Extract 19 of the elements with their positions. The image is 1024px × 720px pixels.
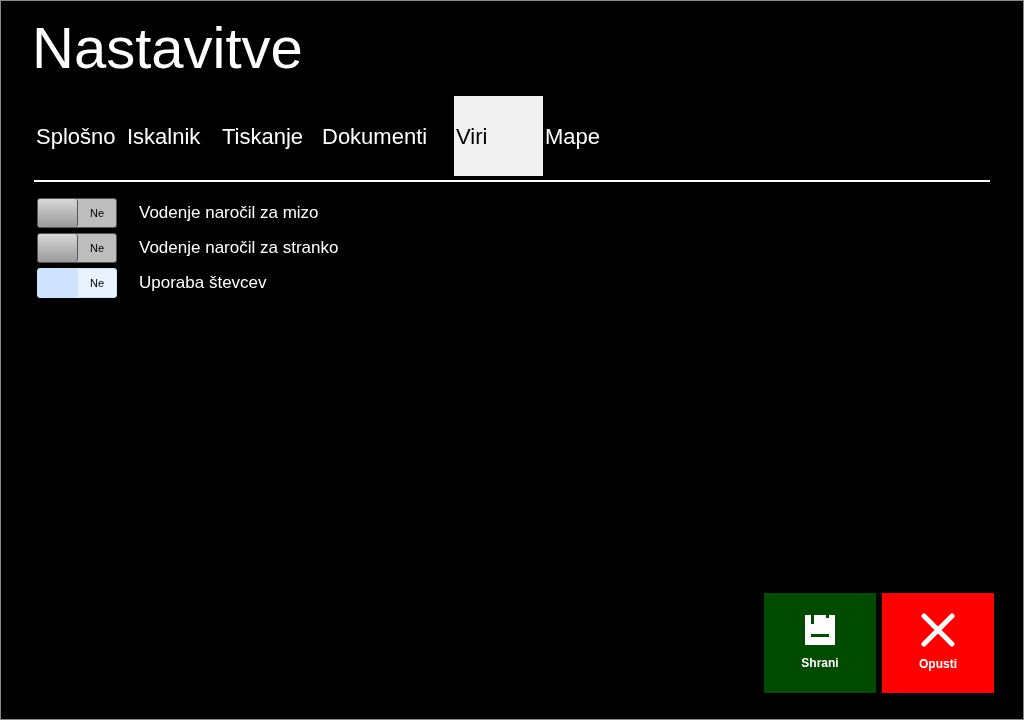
tab[interactable]: Splošno [34, 96, 125, 176]
close-icon [921, 613, 955, 647]
tab[interactable]: Viri [454, 96, 543, 176]
tab[interactable]: Dokumenti [320, 96, 454, 176]
toggle-switch[interactable]: Ne [37, 233, 117, 263]
tab[interactable]: Mape [543, 96, 623, 176]
save-button[interactable]: Shrani [764, 593, 876, 693]
setting-label: Uporaba števcev [139, 272, 267, 295]
toggle-thumb [38, 199, 78, 227]
cancel-button[interactable]: Opusti [882, 593, 994, 693]
toggle-thumb [38, 234, 78, 262]
page-title: Nastavitve [32, 19, 303, 77]
setting-label: Vodenje naročil za stranko [139, 237, 339, 260]
tab[interactable]: Iskalnik [125, 96, 220, 176]
setting-label: Vodenje naročil za mizo [139, 202, 319, 225]
toggle-switch[interactable]: Ne [37, 268, 117, 298]
toggle-thumb [38, 269, 78, 297]
tab[interactable]: Tiskanje [220, 96, 320, 176]
toggle-switch[interactable]: Ne [37, 198, 117, 228]
